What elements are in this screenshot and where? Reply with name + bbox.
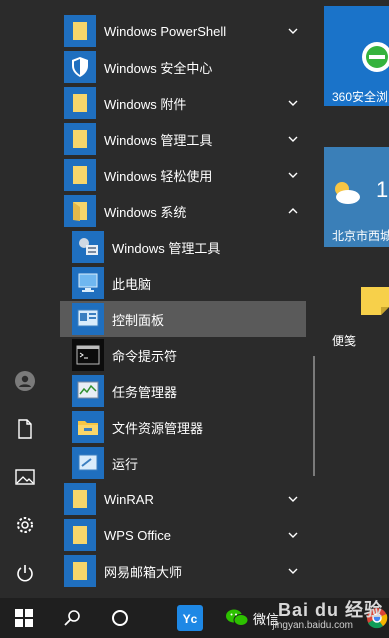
gear-icon <box>17 517 33 533</box>
chevron-down-icon[interactable] <box>286 528 300 542</box>
power-button[interactable] <box>0 550 50 596</box>
run-icon <box>72 447 104 479</box>
app-task-manager[interactable]: 任务管理器 <box>50 373 308 409</box>
tile-360-browser[interactable]: 360安全浏览 <box>324 6 389 106</box>
watermark-url: jingyan.baidu.com <box>272 620 353 631</box>
windows-logo-icon <box>15 609 33 627</box>
chevron-down-icon[interactable] <box>286 132 300 146</box>
weather-temp: 1 <box>376 177 389 202</box>
folder-icon <box>64 159 96 191</box>
app-label: WPS Office <box>104 527 171 543</box>
app-label: 网易邮箱大师 <box>104 564 183 580</box>
tile-sticky-notes[interactable]: 便笺 <box>324 254 389 354</box>
app-this-pc[interactable]: 此电脑 <box>50 265 308 301</box>
weather-icon <box>335 182 360 204</box>
chevron-up-icon[interactable] <box>286 204 300 218</box>
documents-button[interactable] <box>0 406 50 452</box>
app-label: Windows 系统 <box>104 204 187 220</box>
chevron-down-icon[interactable] <box>286 24 300 38</box>
folder-wps-office[interactable]: WPS Office <box>50 517 308 553</box>
app-yc-icon: Yc <box>177 605 203 631</box>
app-windows-admin-tools[interactable]: Windows 管理工具 <box>50 229 308 265</box>
app-list[interactable]: Windows PowerShell Windows 安全中心 Windows … <box>50 0 308 598</box>
folder-winrar[interactable]: WinRAR <box>50 481 308 517</box>
control-panel-icon <box>72 303 104 335</box>
app-run[interactable]: 运行 <box>50 445 308 481</box>
list-scrollbar[interactable] <box>313 356 315 476</box>
power-icon <box>17 565 33 582</box>
taskbar-app-wechat[interactable]: 微信 <box>220 598 284 638</box>
chevron-down-icon[interactable] <box>286 96 300 110</box>
app-label: Windows PowerShell <box>104 23 227 39</box>
chevron-down-icon[interactable] <box>286 564 300 578</box>
search-button[interactable] <box>54 598 90 638</box>
app-windows-security[interactable]: Windows 安全中心 <box>50 49 308 85</box>
app-label: 命令提示符 <box>112 348 178 364</box>
folder-icon <box>64 15 96 47</box>
file-explorer-icon <box>72 411 104 443</box>
folder-windows-system[interactable]: Windows 系统 <box>50 193 308 229</box>
task-manager-icon <box>72 375 104 407</box>
app-label: 运行 <box>112 456 139 472</box>
svg-text:Yc: Yc <box>183 612 198 626</box>
shield-icon <box>64 51 96 83</box>
app-label: Windows 轻松使用 <box>104 168 213 184</box>
folder-windows-powershell[interactable]: Windows PowerShell <box>50 13 308 49</box>
tile-label: 360安全浏览 <box>332 90 389 104</box>
app-label: 文件资源管理器 <box>112 420 204 436</box>
app-label: WinRAR <box>104 491 154 507</box>
sticky-notes-icon <box>361 287 389 315</box>
cortana-circle-icon <box>112 610 128 626</box>
app-file-explorer[interactable]: 文件资源管理器 <box>50 409 308 445</box>
folder-windows-accessories[interactable]: Windows 附件 <box>50 85 308 121</box>
folder-open-icon <box>64 195 96 227</box>
wechat-icon <box>225 609 249 626</box>
tile-weather[interactable]: 1 北京市西城 <box>324 147 389 247</box>
cortana-button[interactable] <box>100 598 140 638</box>
chevron-down-icon[interactable] <box>286 492 300 506</box>
settings-button[interactable] <box>0 502 50 548</box>
folder-windows-ease-of-access[interactable]: Windows 轻松使用 <box>50 157 308 193</box>
folder-icon <box>64 87 96 119</box>
cmd-icon <box>72 339 104 371</box>
tiles-area: 360安全浏览 1 北京市西城 便笺 <box>322 0 389 598</box>
search-icon <box>64 610 80 626</box>
app-label: 控制面板 <box>112 312 165 328</box>
tile-label: 便笺 <box>332 334 357 348</box>
360-browser-icon <box>362 42 389 72</box>
computer-icon <box>72 267 104 299</box>
app-label: 任务管理器 <box>112 384 178 400</box>
folder-icon <box>64 555 96 587</box>
chevron-down-icon[interactable] <box>286 168 300 182</box>
app-label: 此电脑 <box>112 276 152 292</box>
folder-netease-mail-master[interactable]: 网易邮箱大师 <box>50 553 308 589</box>
app-command-prompt[interactable]: 命令提示符 <box>50 337 308 373</box>
folder-icon <box>64 519 96 551</box>
admin-tools-icon <box>72 231 104 263</box>
taskbar-app-yc[interactable]: Yc <box>172 598 208 638</box>
pictures-button[interactable] <box>0 454 50 500</box>
watermark: Bai du 经验 <box>277 600 383 620</box>
app-label: Windows 安全中心 <box>104 60 213 76</box>
pictures-icon <box>15 469 35 485</box>
tile-label: 北京市西城 <box>332 229 389 243</box>
start-rail <box>0 0 50 598</box>
user-account-button[interactable] <box>0 358 50 404</box>
folder-icon <box>64 483 96 515</box>
app-label: Windows 附件 <box>104 96 187 112</box>
user-icon <box>15 371 35 391</box>
app-control-panel[interactable]: 控制面板 <box>60 301 306 337</box>
folder-icon <box>64 123 96 155</box>
app-label: Windows 管理工具 <box>112 240 221 256</box>
document-icon <box>18 419 32 439</box>
folder-windows-admin-tools[interactable]: Windows 管理工具 <box>50 121 308 157</box>
start-button[interactable] <box>0 598 48 638</box>
app-label: Windows 管理工具 <box>104 132 213 148</box>
